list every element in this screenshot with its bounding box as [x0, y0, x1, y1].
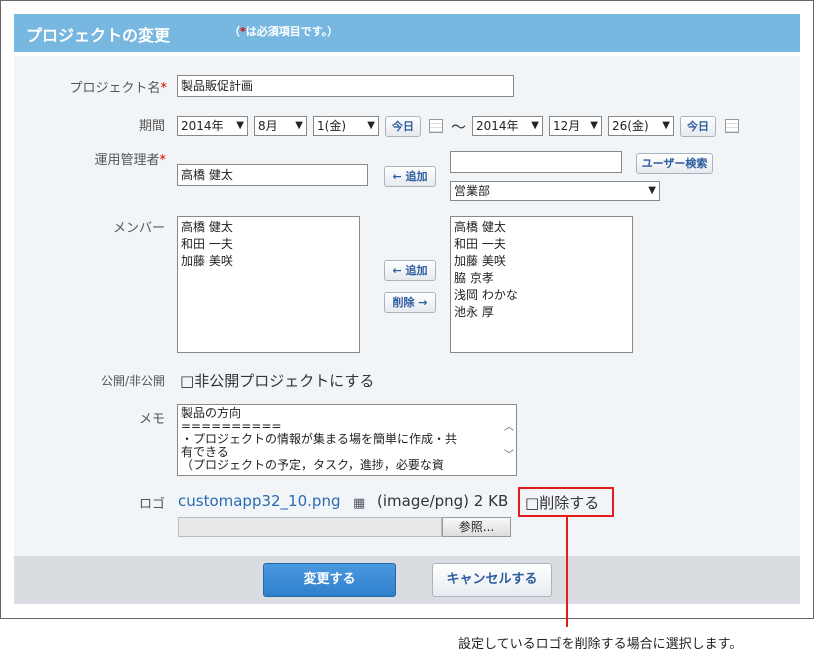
user-search-input[interactable]: [450, 151, 622, 173]
logo-file-link[interactable]: customapp32_10.png: [178, 492, 340, 510]
callout-line: [566, 517, 568, 627]
list-item[interactable]: 高橋 健太: [181, 219, 356, 236]
memo-label: メモ: [138, 412, 165, 427]
list-item[interactable]: 脇 京孝: [454, 270, 629, 287]
end-year-select[interactable]: 2014年 ▼: [472, 116, 543, 136]
memo-scrollbar[interactable]: ︿ ﹀: [502, 405, 516, 475]
private-checkbox[interactable]: □: [180, 372, 194, 390]
user-search-button[interactable]: ユーザー検索: [636, 153, 713, 174]
annotation-caption: 設定しているロゴを削除する場合に選択します。: [458, 637, 743, 652]
footer-bar: [14, 556, 800, 604]
department-select[interactable]: 営業部 ▼: [450, 181, 660, 201]
list-item[interactable]: 和田 一夫: [454, 236, 629, 253]
members-selected-list[interactable]: 高橋 健太 和田 一夫 加藤 美咲: [177, 216, 360, 353]
project-name-input[interactable]: 製品販促計画: [177, 75, 514, 97]
memo-textarea[interactable]: 製品の方向 ========== ・プロジェクトの情報が集まる場を簡単に作成・共…: [177, 404, 517, 476]
list-item[interactable]: 和田 一夫: [181, 236, 356, 253]
manager-add-button[interactable]: ← 追加: [384, 166, 436, 187]
start-day-select[interactable]: 1(金) ▼: [313, 116, 379, 136]
manager-label: 運用管理者*: [94, 153, 166, 168]
period-label: 期間: [138, 119, 165, 134]
start-month-select[interactable]: 8月 ▼: [254, 116, 307, 136]
start-today-button[interactable]: 今日: [385, 116, 421, 137]
cancel-button[interactable]: キャンセルする: [432, 563, 552, 597]
logo-label: ロゴ: [138, 497, 165, 512]
delete-logo-callout-box: [518, 487, 614, 517]
end-calendar-icon[interactable]: [725, 119, 739, 133]
list-item[interactable]: 高橋 健太: [454, 219, 629, 236]
members-candidate-list[interactable]: 高橋 健太 和田 一夫 加藤 美咲 脇 京孝 浅岡 わかな 池永 厚: [450, 216, 633, 353]
page-title: プロジェクトの変更: [26, 26, 171, 45]
project-name-label: プロジェクト名*: [69, 81, 167, 96]
members-label: メンバー: [112, 221, 165, 236]
period-tilde: ～: [451, 118, 467, 136]
save-button[interactable]: 変更する: [263, 563, 396, 597]
browse-button[interactable]: 参照...: [442, 517, 511, 537]
start-calendar-icon[interactable]: [429, 119, 443, 133]
list-item[interactable]: 加藤 美咲: [181, 253, 356, 270]
logo-preview-icon[interactable]: ▦: [353, 496, 365, 511]
members-add-button[interactable]: ← 追加: [384, 260, 436, 281]
logo-file-info: (image/png) 2 KB: [377, 492, 509, 510]
members-remove-button[interactable]: 削除 →: [384, 292, 436, 313]
file-path-field[interactable]: [178, 517, 442, 537]
list-item[interactable]: 池永 厚: [454, 304, 629, 321]
list-item[interactable]: 浅岡 わかな: [454, 287, 629, 304]
private-option[interactable]: □非公開プロジェクトにする: [180, 370, 374, 391]
end-day-select[interactable]: 26(金) ▼: [608, 116, 674, 136]
start-year-select[interactable]: 2014年 ▼: [177, 116, 248, 136]
manager-input[interactable]: 高橋 健太: [177, 164, 368, 186]
visibility-label: 公開/非公開: [100, 374, 165, 388]
required-note: （*は必須項目です。）: [229, 25, 339, 38]
end-today-button[interactable]: 今日: [680, 116, 716, 137]
end-month-select[interactable]: 12月 ▼: [549, 116, 602, 136]
header-bar: プロジェクトの変更 （*は必須項目です。）: [14, 14, 800, 52]
list-item[interactable]: 加藤 美咲: [454, 253, 629, 270]
